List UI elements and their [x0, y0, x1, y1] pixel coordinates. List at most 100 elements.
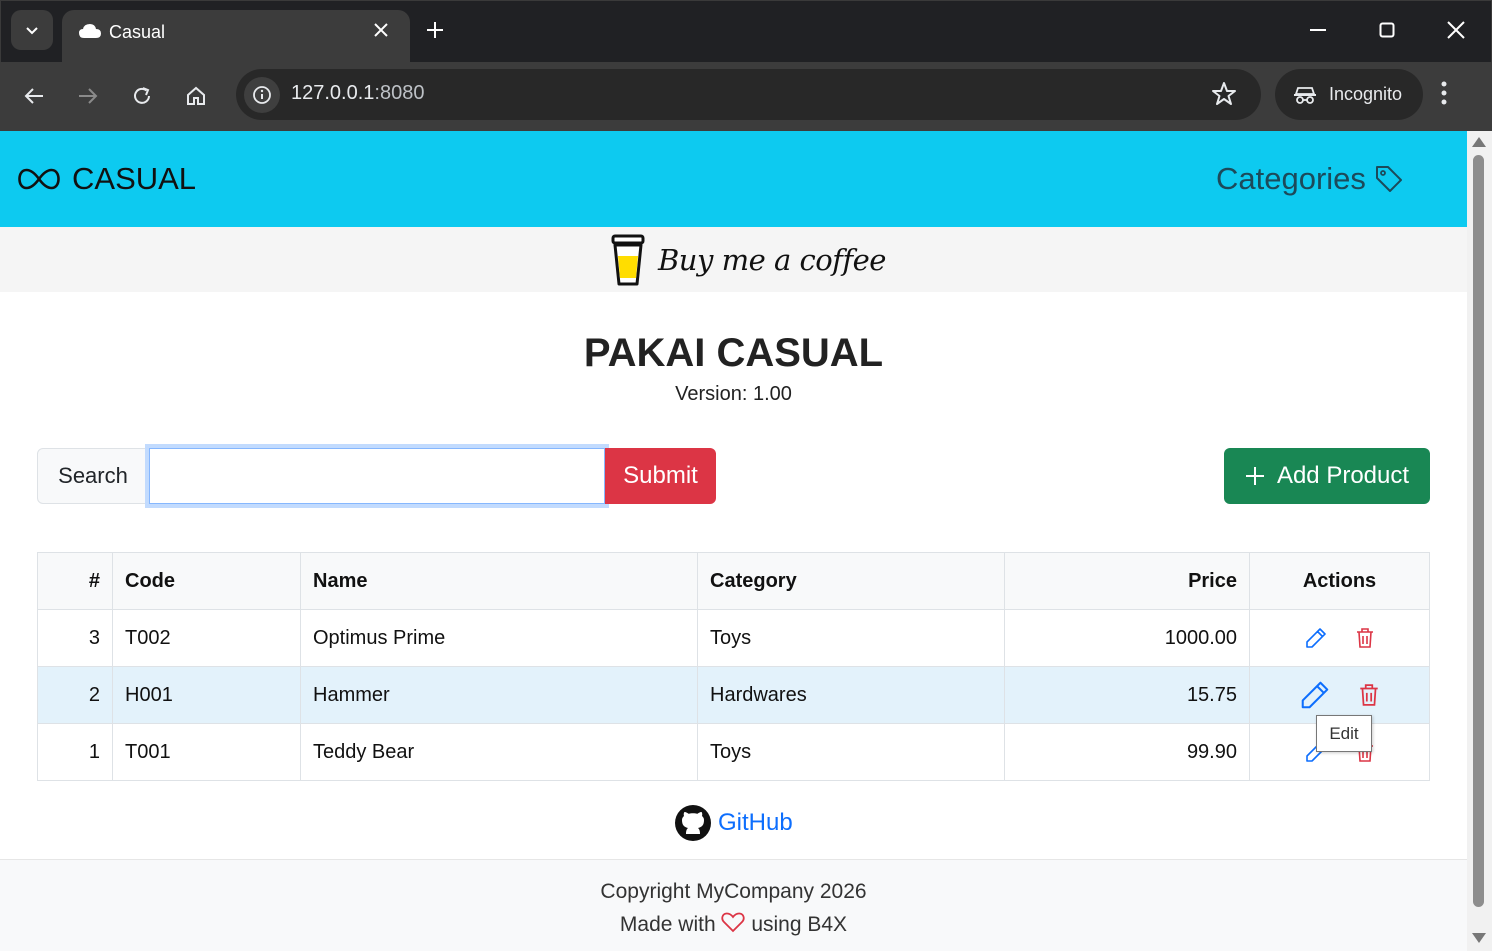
reload-button[interactable] [125, 79, 159, 113]
browser-toolbar: 127.0.0.1:8080 Incognito [0, 62, 1492, 131]
page-title: PAKAI CASUAL [583, 331, 884, 375]
home-icon [187, 86, 205, 105]
url-port: :8080 [374, 82, 425, 104]
scroll-down-arrow-icon[interactable] [1472, 933, 1486, 943]
github-icon [675, 805, 711, 841]
copyright-text: Copyright MyCompany 2026 [600, 880, 867, 903]
arrow-left-icon [24, 88, 43, 104]
cell-name: Teddy Bear [300, 723, 698, 781]
home-button[interactable] [179, 79, 213, 113]
bookmark-star-icon[interactable] [1211, 81, 1237, 112]
page-viewport: CASUAL Categories Buy me a coffee PAKAI … [0, 131, 1467, 951]
github-label: GitHub [718, 809, 793, 836]
url-host: 127.0.0.1 [291, 82, 375, 104]
footer: Copyright MyCompany 2026 Made with using… [0, 859, 1467, 951]
cell-id: 2 [37, 666, 113, 724]
cell-id: 1 [37, 723, 113, 781]
close-window-button[interactable] [1441, 15, 1471, 45]
infinity-icon [18, 168, 60, 190]
cell-price: 15.75 [1004, 666, 1250, 724]
categories-label: Categories [1216, 161, 1366, 196]
tab-search-button[interactable] [11, 10, 53, 50]
browser-menu-button[interactable] [1440, 80, 1448, 111]
products-table: # Code Name Category Price Actions 3 T00… [37, 552, 1430, 781]
search-label: Search [37, 448, 149, 504]
plus-icon [427, 22, 443, 38]
back-button[interactable] [17, 79, 51, 113]
column-header-actions: Actions [1249, 552, 1430, 610]
incognito-indicator[interactable]: Incognito [1275, 69, 1423, 120]
browser-window: Casual 127.0.0.1:8080 Incognito CASUAL C… [0, 0, 1492, 951]
edit-pencil-icon[interactable] [1305, 627, 1327, 649]
minimize-button[interactable] [1303, 15, 1333, 45]
table-row: 1 T001 Teddy Bear Toys 99.90 [37, 723, 1430, 781]
close-icon [1447, 21, 1465, 39]
plus-icon [1245, 467, 1264, 485]
tag-icon [1375, 166, 1402, 192]
close-tab-icon[interactable] [374, 20, 388, 43]
browser-tab[interactable]: Casual [62, 10, 410, 63]
cell-code: H001 [112, 666, 301, 724]
coffee-banner: Buy me a coffee [0, 227, 1467, 292]
made-with-line: Made with using B4X [0, 911, 1467, 937]
column-header-name[interactable]: Name [300, 552, 698, 610]
column-header-number[interactable]: # [37, 552, 113, 610]
column-header-category[interactable]: Category [697, 552, 1005, 610]
search-group: Search Submit [37, 444, 716, 508]
made-with-suffix: using B4X [751, 913, 848, 936]
made-with-prefix: Made with [619, 913, 716, 936]
table-row: 2 H001 Hammer Hardwares 15.75 [37, 666, 1430, 724]
table-row: 3 T002 Optimus Prime Toys 1000.00 [37, 609, 1430, 667]
trash-icon[interactable] [1355, 627, 1375, 649]
maximize-button[interactable] [1372, 15, 1402, 45]
coffee-cup-icon [611, 234, 645, 286]
cell-price: 99.90 [1004, 723, 1250, 781]
cell-name: Optimus Prime [300, 609, 698, 667]
url-text: 127.0.0.1:8080 [291, 82, 424, 105]
cell-category: Toys [697, 609, 1005, 667]
column-header-code[interactable]: Code [112, 552, 301, 610]
submit-button[interactable]: Submit [605, 448, 716, 504]
more-vertical-icon [1441, 81, 1447, 105]
column-header-price[interactable]: Price [1004, 552, 1250, 610]
reload-icon [134, 87, 150, 104]
brand-link[interactable]: CASUAL [18, 161, 196, 197]
cell-price: 1000.00 [1004, 609, 1250, 667]
trash-icon[interactable] [1358, 683, 1380, 707]
vertical-scrollbar[interactable] [1467, 131, 1492, 951]
cell-category: Hardwares [697, 666, 1005, 724]
info-icon [253, 86, 271, 104]
table-header-row: # Code Name Category Price Actions [37, 552, 1430, 610]
navbar: CASUAL Categories [0, 131, 1467, 227]
maximize-icon [1379, 22, 1395, 38]
add-product-label: Add Product [1276, 462, 1410, 489]
cell-code: T001 [112, 723, 301, 781]
cloud-icon [78, 22, 102, 47]
version-text: Version: 1.00 [675, 383, 792, 405]
scroll-thumb[interactable] [1473, 155, 1484, 907]
cell-code: T002 [112, 609, 301, 667]
github-link[interactable]: GitHub [674, 804, 793, 842]
brand-name: CASUAL [72, 161, 197, 196]
coffee-label: Buy me a coffee [658, 243, 886, 277]
forward-button[interactable] [71, 79, 105, 113]
site-info-button[interactable] [244, 77, 280, 113]
incognito-icon [1294, 86, 1316, 104]
add-product-button[interactable]: Add Product [1224, 448, 1430, 504]
new-tab-button[interactable] [426, 15, 444, 45]
tab-title: Casual [109, 22, 166, 42]
heart-icon [721, 912, 746, 933]
categories-link[interactable]: Categories [1216, 161, 1404, 197]
buy-me-a-coffee-link[interactable]: Buy me a coffee [608, 232, 886, 288]
cell-id: 3 [37, 609, 113, 667]
search-input[interactable] [145, 444, 609, 508]
address-bar[interactable]: 127.0.0.1:8080 [236, 69, 1261, 120]
incognito-label: Incognito [1329, 84, 1403, 104]
chevron-down-icon [26, 27, 38, 35]
scroll-up-arrow-icon[interactable] [1472, 137, 1486, 147]
cell-category: Toys [697, 723, 1005, 781]
edit-pencil-icon[interactable] [1300, 680, 1330, 710]
arrow-right-icon [79, 88, 98, 104]
edit-tooltip: Edit [1316, 715, 1372, 752]
minimize-icon [1310, 29, 1326, 31]
